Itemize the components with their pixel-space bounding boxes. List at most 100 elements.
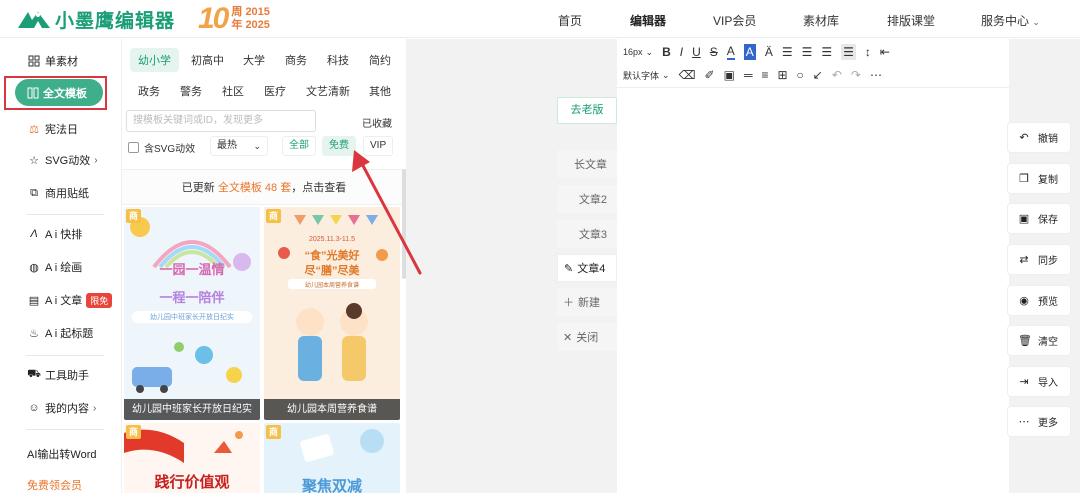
italic-icon[interactable]: I [680,44,683,60]
category-university[interactable]: 大学 [235,48,273,72]
nav-vip[interactable]: VIP会员 [713,12,756,29]
more-button[interactable]: ⋯ 更多 [1007,406,1071,437]
category-tech[interactable]: 科技 [319,48,357,72]
doc-tab-3[interactable]: 文章3 [557,220,617,248]
sort-select[interactable]: 最热 ⌄ [210,136,268,156]
doc-tab-long[interactable]: 长文章 [557,150,617,178]
sidebar-item-svg-effects[interactable]: ☆ SVG动效 › [27,152,98,168]
line-height-icon[interactable]: ↕ [865,44,871,60]
clear-button[interactable]: 🗑 清空 [1007,325,1071,356]
user-icon: ☺ [28,402,40,414]
logo[interactable]: 小墨鹰编辑器 [16,6,175,33]
category-police[interactable]: 警务 [172,79,210,103]
nav-home[interactable]: 首页 [558,12,582,29]
save-button[interactable]: ▣ 保存 [1007,203,1071,234]
sidebar-divider [26,429,104,430]
brush-icon[interactable]: ✐ [705,67,715,83]
template-icon [27,87,39,99]
import-button[interactable]: ⇥ 导入 [1007,366,1071,397]
eye-icon: ◉ [1019,295,1029,307]
sidebar-item-ai-painting[interactable]: ◍ A i 绘画 [27,259,82,275]
sync-button[interactable]: ⇄ 同步 [1007,244,1071,275]
sidebar-item-ai-title[interactable]: ♨ A i 起标题 [27,325,93,341]
strikethrough-icon[interactable]: S [710,44,718,60]
svg-effects-checkbox[interactable]: 含SVG动效 [128,140,195,155]
template-card[interactable]: 商 聚焦双减 [264,423,400,493]
format-painter-icon[interactable]: ⇤ [880,44,890,60]
copy-button[interactable]: ❐ 复制 [1007,163,1071,194]
update-highlight: 全文模板 48 套 [217,182,292,194]
bulb-icon[interactable]: ○ [797,67,804,83]
filter-all[interactable]: 全部 [282,136,316,156]
align-center-icon[interactable]: ☰ [802,44,813,60]
eraser-icon[interactable]: ⌫ [679,67,696,83]
close-icon: ✕ [563,331,573,344]
category-literary[interactable]: 文艺清新 [298,79,358,103]
sidebar-item-ai-to-word[interactable]: AI输出转Word [27,446,96,462]
checkbox-box[interactable] [128,142,139,153]
template-card[interactable]: 商 践行价值观 [124,423,260,493]
category-primary-school[interactable]: 幼小学 [130,48,179,72]
more-toolbar-icon[interactable]: ⋯ [870,67,882,83]
sidebar-item-tools[interactable]: ⛟ 工具助手 [27,367,89,383]
sidebar-item-ai-layout[interactable]: Λ A i 快排 [27,226,82,242]
align-justify-icon[interactable]: ☰ [841,44,856,60]
text-effect-icon[interactable]: Ä [765,44,773,60]
undo-button[interactable]: ↶ 撤销 [1007,122,1071,153]
highlight-color-icon[interactable]: A [743,44,756,60]
category-high-school[interactable]: 初高中 [183,48,232,72]
redo-toolbar-icon[interactable]: ↷ [851,67,861,83]
puzzle-icon: ⧉ [30,186,38,199]
doc-tab-4[interactable]: ✎ 文章4 [557,254,617,282]
doc-tab-new[interactable]: ＋ 新建 [557,288,617,316]
sidebar-item-single-material[interactable]: 单素材 [27,53,78,69]
sidebar-item-ai-article[interactable]: ▤ A i 文章 限免 [27,292,113,308]
chevron-down-icon: ⌄ [253,141,261,151]
font-color-icon[interactable]: A [726,44,735,60]
font-size-select[interactable]: 16px ⌄ [623,44,653,60]
table-icon[interactable]: ⊞ [777,67,787,83]
nav-materials[interactable]: 素材库 [803,12,839,29]
divider-icon[interactable]: ═ [744,67,753,83]
undo-toolbar-icon[interactable]: ↶ [832,67,842,83]
category-other[interactable]: 其他 [361,79,399,103]
spacing-icon[interactable]: ≡ [761,67,768,83]
align-left-icon[interactable]: ☰ [782,44,793,60]
doc-tab-label: 新建 [578,297,600,309]
nav-editor[interactable]: 编辑器 [630,12,666,29]
category-simple[interactable]: 简约 [361,48,399,72]
sidebar-item-label: 免费领会员 [27,480,82,492]
align-right-icon[interactable]: ☰ [821,44,832,60]
category-government[interactable]: 政务 [130,79,168,103]
template-search-input[interactable]: 搜模板关键词或ID，发现更多 [126,110,316,132]
sidebar-item-stickers[interactable]: ⧉ 商用贴纸 [27,185,89,201]
doc-tab-label: 文章2 [578,194,607,206]
doc-tab-close[interactable]: ✕ 关闭 [557,323,617,351]
category-business[interactable]: 商务 [277,48,315,72]
bold-icon[interactable]: B [662,44,671,60]
template-card[interactable]: 商 一园一温情 一程一陪伴 幼儿园中班家长开放日纪实 幼儿园中班家长开放日纪实 [124,207,260,420]
sidebar-item-free-vip[interactable]: 免费领会员 [27,477,82,493]
sidebar-item-label: 单素材 [45,56,78,68]
editor-canvas[interactable]: 16px ⌄ B I U S A A Ä ☰ ☰ ☰ ☰ ↕ ⇤ 默认字体 ⌄ ⌫ … [617,39,1009,493]
anniversary-badge: 10 周 2015 年 2025 [198,2,270,36]
business-tag: 商 [266,425,282,439]
card-title-line1: 聚焦双减 [301,478,362,493]
font-family-select[interactable]: 默认字体 ⌄ [623,67,670,83]
sidebar-item-constitution-day[interactable]: ⚖ 宪法日 [27,121,78,137]
saved-filter[interactable]: 已收藏 [362,115,392,130]
preview-button[interactable]: ◉ 预览 [1007,285,1071,316]
underline-icon[interactable]: U [692,44,701,60]
nav-service[interactable]: 服务中心 ⌄ [981,12,1040,29]
doc-tab-2[interactable]: 文章2 [557,185,617,213]
category-medical[interactable]: 医疗 [256,79,294,103]
arrow-icon[interactable]: ↙ [813,67,823,83]
nav-classroom[interactable]: 排版课堂 [887,12,935,29]
category-community[interactable]: 社区 [214,79,252,103]
sidebar-item-my-content[interactable]: ☺ 我的内容 › [27,400,96,416]
chevron-right-icon: › [94,154,98,166]
palette-icon: ◍ [29,261,39,274]
image-icon[interactable]: ▣ [724,67,735,83]
go-old-version-button[interactable]: 去老版 [557,97,617,124]
sidebar-item-full-template[interactable]: 全文模板 [15,79,103,106]
